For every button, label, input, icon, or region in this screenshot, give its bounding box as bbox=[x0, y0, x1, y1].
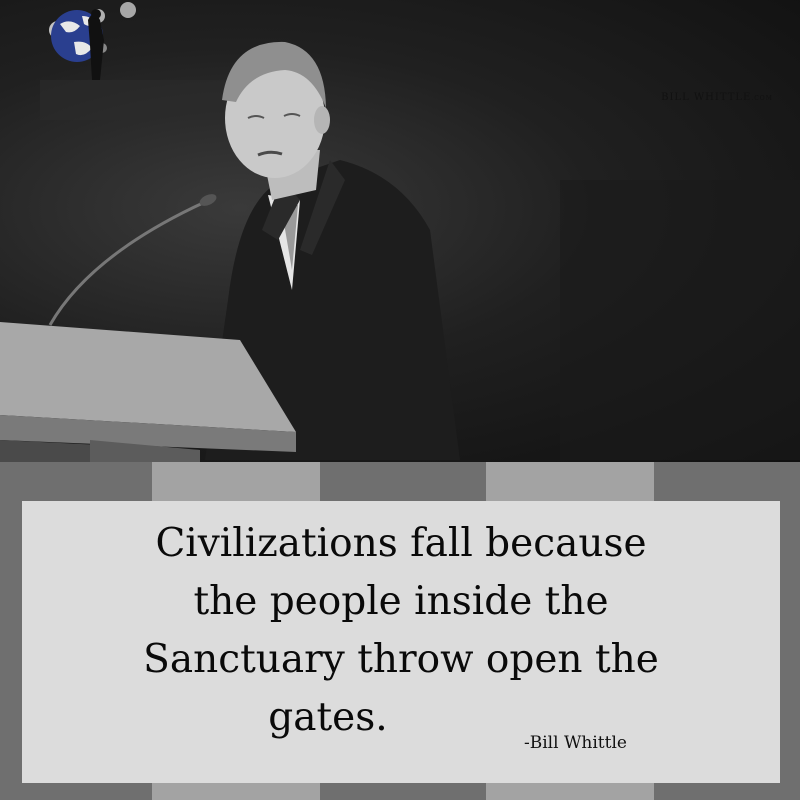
quote-attribution: -Bill Whittle bbox=[524, 733, 627, 753]
quote-line: Civilizations fall because bbox=[155, 521, 647, 566]
bill-whittle-logo bbox=[51, 9, 104, 80]
quote-text: Civilizations fall because the people in… bbox=[22, 515, 780, 747]
quote-line: the people inside the bbox=[193, 579, 609, 624]
quote-line: gates. bbox=[268, 695, 388, 740]
logo-wordmark: BILL WHITTLE.COM bbox=[652, 92, 782, 103]
standing-man-icon bbox=[88, 14, 104, 80]
quote-line: Sanctuary throw open the bbox=[143, 637, 659, 682]
logo-suffix: .COM bbox=[751, 95, 773, 102]
microphone bbox=[48, 194, 217, 326]
logo-name: BILL WHITTLE bbox=[661, 92, 752, 103]
speaker-photo: BILL WHITTLE.COM bbox=[0, 0, 800, 462]
quote-box: Civilizations fall because the people in… bbox=[22, 501, 780, 783]
